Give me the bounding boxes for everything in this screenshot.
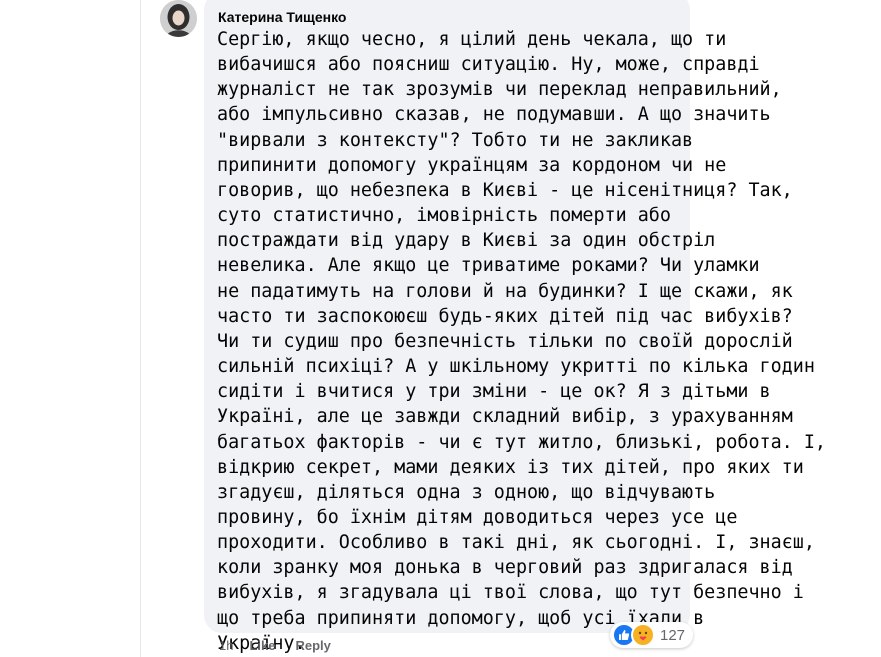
- comment-line: вибачишся або поясниш ситуацію. Ну, може…: [217, 54, 760, 76]
- comment-bubble: Катерина Тищенко Сергію, якщо чесно, я ц…: [204, 0, 826, 654]
- comment-line: не падатимуть на голови й на будинки? І …: [217, 280, 793, 302]
- avatar[interactable]: [160, 0, 197, 37]
- comment-line: багатьох факторів - чи є тут житло, близ…: [217, 431, 826, 453]
- reply-button[interactable]: Reply: [295, 638, 330, 653]
- comment-author[interactable]: Катерина Тищенко: [218, 8, 347, 26]
- comment-line: проходити. Особливо в такі дні, як сього…: [217, 532, 815, 554]
- comment-line: вибухів, я згадувала ці твої слова, що т…: [217, 582, 804, 604]
- comment-line: "вирвали з контексту"? Тобто ти не закли…: [217, 129, 694, 151]
- comment-line: часто ти заспокоюєш будь-яких дітей під …: [217, 305, 793, 327]
- comment-line: згадуєш, діляться одна з одною, що відчу…: [217, 481, 716, 503]
- comment-actions: 1h Like Reply: [219, 636, 351, 654]
- comment-line: суто статистично, імовірність померти аб…: [217, 205, 671, 227]
- comment-line: Чи ти судиш про безпечність тільки по св…: [217, 330, 793, 352]
- comment-line: говорив, що небезпека в Києві - це нісен…: [217, 179, 793, 201]
- comment-line: відкрию секрет, мами деяких із тих дітей…: [217, 456, 804, 478]
- comment-line: журналіст не так зрозумів чи переклад не…: [217, 79, 782, 101]
- thread-line: [140, 0, 141, 657]
- comment-thread: Катерина Тищенко Сергію, якщо чесно, я ц…: [0, 0, 881, 657]
- comment-line: Сергію, якщо чесно, я цілий день чекала,…: [217, 29, 727, 50]
- comment-timestamp[interactable]: 1h: [219, 638, 233, 653]
- comment-line: коли зранку моя донька в черговий раз зд…: [217, 557, 793, 579]
- like-button[interactable]: Like: [249, 638, 275, 653]
- comment-line: або імпульсивно сказав, не подумавши. А …: [217, 104, 771, 126]
- comment-line: сидіти і вчитися у три зміни - це ок? Я …: [217, 381, 771, 403]
- comment-line: припинити допомогу українцям за кордоном…: [217, 154, 727, 176]
- comment-line: сильній психіці? А у шкільному укритті п…: [217, 356, 815, 378]
- reactions-summary[interactable]: 127: [610, 622, 694, 648]
- comment-line: невелика. Але якщо це триватиме роками? …: [217, 255, 760, 277]
- comment-line: постраждати від удару в Києві за один об…: [217, 230, 716, 252]
- comment-line: Україні, але це завжди складний вибір, з…: [217, 406, 793, 428]
- avatar-portrait: [160, 0, 197, 37]
- care-icon: [631, 623, 655, 647]
- comment-line: провину, бо їхнім дітям доводиться через…: [217, 506, 738, 528]
- reaction-count: 127: [660, 626, 686, 644]
- comment-text: Сергію, якщо чесно, я цілий день чекала,…: [217, 27, 826, 656]
